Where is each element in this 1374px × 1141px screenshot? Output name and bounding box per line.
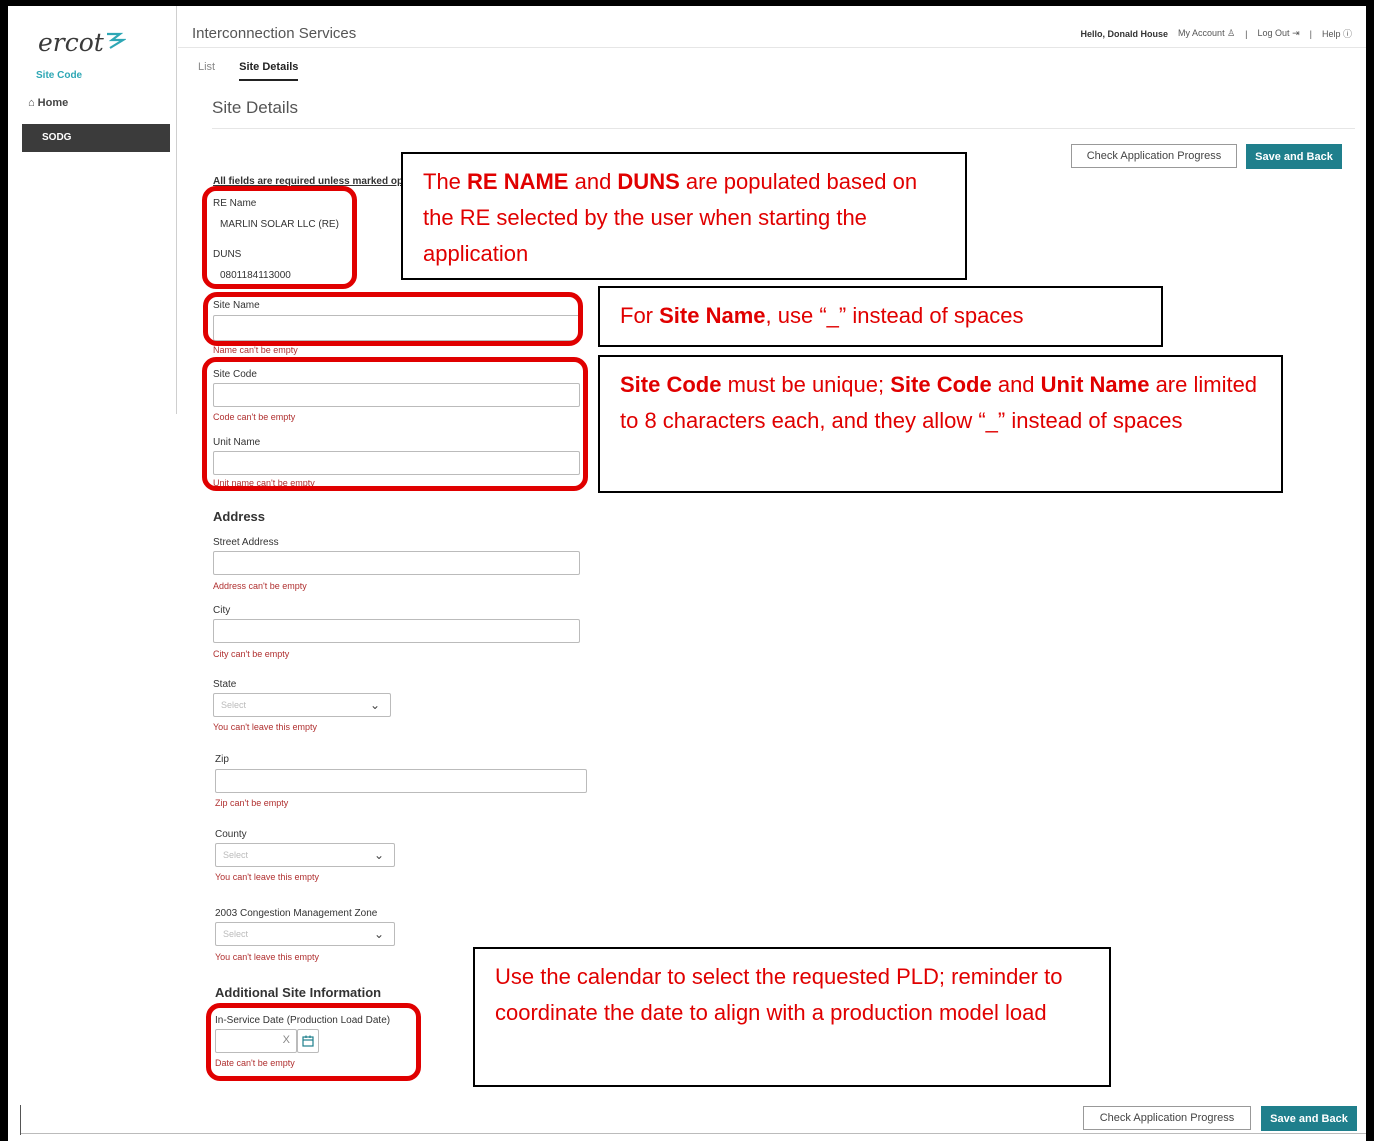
- county-select[interactable]: Select ⌄: [215, 843, 395, 867]
- callout-site-code-unit-name: Site Code must be unique; Site Code and …: [598, 355, 1283, 493]
- sidebar: ercot Site Code ⌂ Home SODG: [8, 6, 178, 1141]
- chevron-down-icon: ⌄: [373, 848, 384, 862]
- city-label: City: [213, 605, 231, 616]
- callout-text: must be unique;: [721, 372, 891, 397]
- greeting: Hello, Donald House: [1080, 28, 1169, 39]
- callout-calendar-pld: Use the calendar to select the requested…: [473, 947, 1111, 1087]
- city-input[interactable]: [213, 619, 580, 643]
- logout-icon: ⇥: [1292, 28, 1300, 38]
- callout-bold: Site Code: [890, 372, 992, 397]
- site-code-link[interactable]: Site Code: [36, 70, 82, 81]
- header-divider: [178, 47, 1366, 48]
- sidebar-divider: [176, 6, 177, 414]
- callout-bold: Site Code: [620, 372, 722, 397]
- ercot-bolt-icon: [107, 32, 126, 49]
- home-link[interactable]: ⌂ Home: [28, 97, 68, 109]
- separator: |: [1245, 28, 1248, 39]
- chevron-down-icon: ⌄: [369, 698, 380, 712]
- state-label: State: [213, 679, 237, 690]
- help-label: Help: [1321, 29, 1341, 39]
- address-heading: Address: [213, 509, 266, 524]
- highlight-site-code-unit-name: [202, 357, 588, 491]
- log-out-link[interactable]: Log Out ⇥: [1258, 28, 1300, 39]
- city-error: City can't be empty: [213, 649, 290, 659]
- zip-label: Zip: [215, 754, 229, 765]
- tab-list[interactable]: List: [198, 61, 215, 81]
- page-title: Site Details: [212, 98, 298, 117]
- help-link[interactable]: Help ⓘ: [1322, 27, 1352, 40]
- callout-text: The: [423, 169, 468, 194]
- zip-error: Zip can't be empty: [215, 798, 289, 808]
- tab-bar: List Site Details: [198, 61, 299, 81]
- state-placeholder: Select: [221, 700, 247, 710]
- text-cursor: [20, 1105, 21, 1135]
- callout-text: Use the calendar to select the requested…: [495, 964, 1063, 1025]
- county-placeholder: Select: [223, 850, 249, 860]
- highlight-site-name: [203, 292, 583, 346]
- user-icon: ♙: [1227, 28, 1236, 38]
- zip-input[interactable]: [215, 769, 587, 793]
- separator: |: [1309, 28, 1312, 39]
- cmz-placeholder: Select: [223, 929, 249, 939]
- sidebar-item-sodg[interactable]: SODG: [22, 124, 170, 152]
- state-error: You can't leave this empty: [213, 722, 317, 732]
- callout-text: and: [991, 372, 1041, 397]
- county-label: County: [215, 829, 247, 840]
- footer-divider: [20, 1133, 1366, 1134]
- save-and-back-button-bottom[interactable]: Save and Back: [1261, 1106, 1357, 1131]
- street-address-input[interactable]: [213, 551, 580, 575]
- check-progress-button[interactable]: Check Application Progress: [1071, 144, 1237, 168]
- ercot-logo: ercot: [38, 28, 104, 57]
- callout-bold: RE NAME: [467, 169, 569, 194]
- home-label: Home: [37, 97, 69, 109]
- street-address-error: Address can't be empty: [213, 581, 307, 591]
- state-select[interactable]: Select ⌄: [213, 693, 391, 717]
- highlight-re-name-duns: [202, 186, 357, 289]
- cmz-select[interactable]: Select ⌄: [215, 922, 395, 946]
- log-out-label: Log Out: [1257, 28, 1290, 38]
- callout-bold: Site Name: [659, 303, 766, 328]
- street-address-label: Street Address: [213, 537, 279, 548]
- app-title: Interconnection Services: [192, 25, 357, 42]
- callout-site-name: For Site Name, use “_” instead of spaces: [598, 286, 1163, 347]
- site-name-error: Name can't be empty: [213, 345, 298, 355]
- additional-site-info-heading: Additional Site Information: [215, 985, 382, 1000]
- help-icon: ⓘ: [1342, 29, 1352, 39]
- cmz-error: You can't leave this empty: [215, 952, 319, 962]
- callout-text: For: [620, 303, 660, 328]
- county-error: You can't leave this empty: [215, 872, 319, 882]
- home-icon: ⌂: [28, 97, 35, 109]
- cmz-label: 2003 Congestion Management Zone: [215, 908, 378, 919]
- page-divider: [212, 128, 1355, 129]
- chevron-down-icon: ⌄: [373, 927, 384, 941]
- save-and-back-button[interactable]: Save and Back: [1246, 144, 1342, 169]
- user-menu: Hello, Donald House My Account ♙ | Log O…: [1081, 27, 1352, 40]
- callout-bold: Unit Name: [1040, 372, 1150, 397]
- highlight-in-service-date: [206, 1003, 421, 1081]
- callout-bold: DUNS: [617, 169, 680, 194]
- my-account-label: My Account: [1178, 28, 1225, 38]
- tab-site-details[interactable]: Site Details: [239, 61, 299, 81]
- callout-text: and: [568, 169, 618, 194]
- my-account-link[interactable]: My Account ♙: [1178, 28, 1235, 39]
- check-progress-button-bottom[interactable]: Check Application Progress: [1083, 1106, 1251, 1130]
- callout-re-name-duns: The RE NAME and DUNS are populated based…: [401, 152, 967, 280]
- callout-text: , use “_” instead of spaces: [765, 303, 1024, 328]
